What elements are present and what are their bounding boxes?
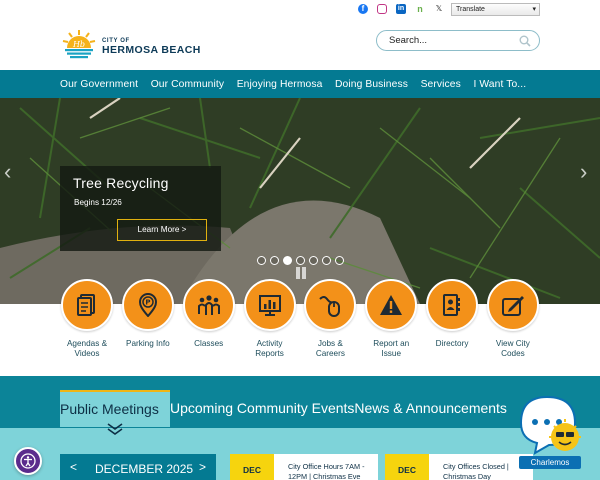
tab-news[interactable]: News & Announcements — [354, 390, 507, 427]
quick-link-label: Parking Info — [125, 339, 170, 348]
warning-icon — [365, 279, 418, 331]
event-card[interactable]: DEC City Office Hours 7AM - 12PM | Chris… — [230, 454, 378, 480]
instagram-icon[interactable] — [377, 4, 387, 14]
slide-dot[interactable] — [257, 256, 266, 265]
slide-indicators — [257, 256, 344, 265]
directory-icon — [426, 279, 479, 331]
slide-dot[interactable] — [270, 256, 279, 265]
calendar-month-label: DECEMBER 2025 — [95, 462, 194, 476]
svg-text:Hb: Hb — [72, 40, 85, 49]
previous-slide-button[interactable]: ‹ — [4, 160, 20, 184]
linkedin-icon[interactable]: in — [396, 4, 406, 14]
event-card[interactable]: DEC City Offices Closed | Christmas Day — [385, 454, 533, 480]
quick-links: Agendas & Videos P Parking Info Classes … — [60, 279, 540, 369]
featured-section: Public Meetings Upcoming Community Event… — [0, 376, 600, 480]
event-title: City Offices Closed | Christmas Day — [443, 462, 509, 480]
nav-our-government[interactable]: Our Government — [60, 79, 138, 90]
book-icon — [486, 279, 539, 331]
slide-caption: Tree Recycling Begins 12/26 Learn More > — [60, 166, 221, 251]
content-tabs: Public Meetings Upcoming Community Event… — [60, 390, 507, 427]
slide-subtitle: Begins 12/26 — [74, 198, 122, 207]
event-date: DEC — [385, 454, 429, 480]
quick-link-report-issue[interactable]: Report an Issue — [364, 279, 418, 369]
slide-title: Tree Recycling — [73, 175, 169, 191]
nav-i-want-to[interactable]: I Want To... — [473, 79, 526, 90]
slide-dot-active[interactable] — [283, 256, 292, 265]
facebook-icon[interactable]: f — [358, 4, 368, 14]
quick-link-label: Report an Issue — [373, 339, 410, 358]
search-icon[interactable] — [519, 35, 531, 47]
quick-link-label: Classes — [194, 339, 224, 348]
slide-dot[interactable] — [335, 256, 344, 265]
nav-services[interactable]: Services — [421, 79, 461, 90]
quick-link-label: View City Codes — [495, 339, 530, 358]
translate-dropdown[interactable]: Translate — [451, 3, 540, 16]
mouse-icon — [304, 279, 357, 331]
event-date: DEC — [230, 454, 274, 480]
logo-text: CITY OF HERMOSA BEACH — [102, 37, 201, 56]
quick-link-classes[interactable]: Classes — [182, 279, 236, 369]
pause-icon[interactable] — [295, 267, 307, 279]
utility-bar: f in n 𝕏 Translate — [0, 0, 600, 18]
logo-line2: HERMOSA BEACH — [102, 43, 201, 56]
svg-text:P: P — [145, 299, 150, 307]
slide-dot[interactable] — [322, 256, 331, 265]
chevron-down-icon — [107, 423, 123, 435]
tab-upcoming-events[interactable]: Upcoming Community Events — [170, 390, 354, 427]
next-slide-button[interactable]: › — [580, 160, 596, 184]
sunrise-logo-icon: Hb — [62, 29, 96, 63]
social-links: f in n 𝕏 — [358, 4, 444, 14]
event-title: City Office Hours 7AM - 12PM | Christmas… — [288, 462, 365, 480]
parking-pin-icon: P — [121, 279, 174, 331]
people-group-icon — [182, 279, 235, 331]
city-logo[interactable]: Hb CITY OF HERMOSA BEACH — [61, 27, 201, 65]
learn-more-button[interactable]: Learn More > — [117, 219, 207, 241]
quick-link-activity-reports[interactable]: Activity Reports — [243, 279, 297, 369]
search-input[interactable] — [389, 34, 509, 47]
quick-link-label: Agendas & Videos — [66, 339, 108, 358]
slide-dot[interactable] — [309, 256, 318, 265]
tab-public-meetings[interactable]: Public Meetings — [60, 390, 170, 427]
main-nav: Our Government Our Community Enjoying He… — [0, 70, 600, 98]
bar-chart-icon — [243, 279, 296, 331]
nav-doing-business[interactable]: Doing Business — [335, 79, 408, 90]
quick-link-jobs[interactable]: Jobs & Careers — [303, 279, 357, 369]
quick-link-directory[interactable]: Directory — [425, 279, 479, 369]
accessibility-icon[interactable] — [14, 447, 42, 475]
site-search — [376, 30, 540, 51]
hero-slideshow: ‹ › Tree Recycling Begins 12/26 Learn Mo… — [0, 98, 600, 304]
calendar-month-selector: < DECEMBER 2025 > — [60, 454, 216, 480]
quick-link-agendas[interactable]: Agendas & Videos — [60, 279, 114, 369]
quick-link-label: Directory — [435, 339, 469, 348]
chatbot-label[interactable]: Charlemos — [519, 456, 581, 469]
nextdoor-icon[interactable]: n — [415, 4, 425, 14]
quick-link-parking[interactable]: P Parking Info — [121, 279, 175, 369]
slide-dot[interactable] — [296, 256, 305, 265]
quick-link-city-codes[interactable]: View City Codes — [486, 279, 540, 369]
quick-link-label: Jobs & Careers — [315, 339, 345, 358]
nav-enjoying-hermosa[interactable]: Enjoying Hermosa — [237, 79, 323, 90]
nav-our-community[interactable]: Our Community — [151, 79, 224, 90]
calendar-prev-button[interactable]: < — [70, 460, 77, 474]
document-icon — [61, 279, 113, 331]
x-icon[interactable]: 𝕏 — [434, 4, 444, 14]
quick-link-label: Activity Reports — [255, 339, 284, 358]
calendar-next-button[interactable]: > — [199, 460, 206, 474]
